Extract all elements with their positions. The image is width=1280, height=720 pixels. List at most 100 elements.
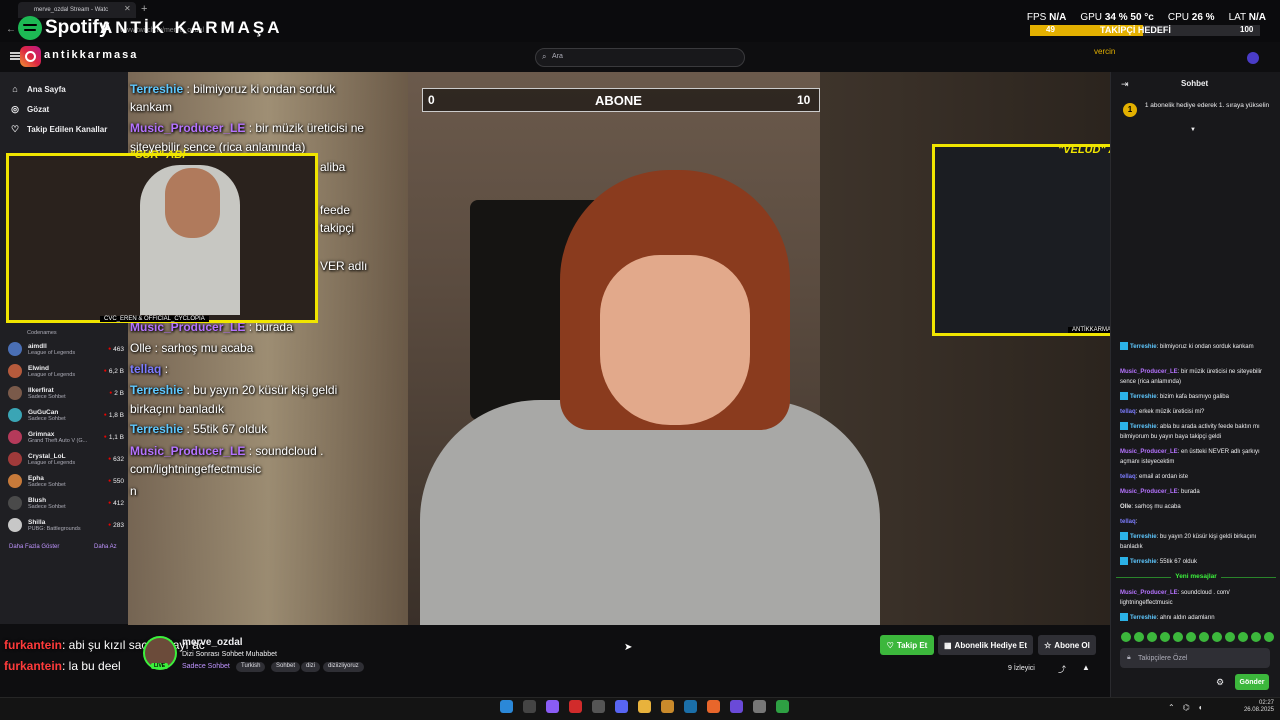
viewer-count: 9 İzleyici	[1008, 665, 1035, 672]
overlay-chat-line: aliba	[320, 160, 346, 174]
sidebar-item-home[interactable]: ⌂ Ana Sayfa	[10, 84, 65, 94]
sidebar-channel[interactable]: aimdllLeague of Legends 463	[8, 338, 124, 360]
sidebar-channel[interactable]: ElwindLeague of Legends 6,2 B	[8, 360, 124, 382]
chat-text: : ahnı aldın adamların	[1156, 615, 1215, 621]
search-input[interactable]	[535, 48, 745, 67]
emote-icon[interactable]	[1121, 632, 1131, 642]
screen: merve_ozdal Stream - Watc ✕ + ← www.twit…	[0, 0, 1280, 720]
chat-username[interactable]: Music_Producer_LE	[1120, 369, 1178, 375]
emote-icon[interactable]	[1264, 632, 1274, 642]
sidebar-channel[interactable]: EphaSadece Sohbet 550	[8, 470, 124, 492]
subscribe-button[interactable]: ☆ Abone Ol	[1038, 635, 1096, 655]
app-icon[interactable]	[569, 700, 582, 713]
emote-icon[interactable]	[1160, 632, 1170, 642]
clock[interactable]: 02:27 26.08.2025	[1230, 700, 1274, 714]
overlay-chat-line: kankam	[130, 100, 173, 114]
gift-sub-button[interactable]: ▦ Abonelik Hediye Et	[938, 635, 1033, 655]
emote-icon[interactable]	[1251, 632, 1261, 642]
copilot-icon[interactable]	[546, 700, 559, 713]
channel-name: Ilkerfirat	[28, 386, 54, 394]
sidebar-channel[interactable]: ShillaPUBG: Battlegrounds 283	[8, 514, 124, 536]
follow-button[interactable]: ♡ Takip Et	[880, 635, 934, 655]
badge-icon	[1120, 342, 1128, 351]
volume-icon[interactable]: ◖	[1198, 703, 1203, 712]
chat-username[interactable]: Olle	[1120, 504, 1131, 510]
chat-username[interactable]: Music_Producer_LE	[1120, 590, 1178, 596]
chat-username[interactable]: Terreshie	[1130, 424, 1157, 430]
sidebar-item-browse[interactable]: ◎ Gözat	[10, 104, 49, 115]
app-icon[interactable]	[776, 700, 789, 713]
emote-icon[interactable]	[1212, 632, 1222, 642]
collapse-chat-icon[interactable]: ⇥	[1121, 79, 1129, 90]
emote-icon[interactable]	[1199, 632, 1209, 642]
channel-name[interactable]: merve_ozdal	[182, 637, 243, 648]
sidebar-channel[interactable]: GrimnaxGrand Theft Auto V (G... 1,1 B	[8, 426, 124, 448]
chat-username[interactable]: tellaq	[1120, 474, 1136, 480]
network-icon[interactable]: ⌬	[1183, 703, 1190, 712]
chat-text: : bilmiyoruz ki ondan sorduk kankam	[1156, 344, 1254, 350]
chat-username[interactable]: Terreshie	[1130, 534, 1157, 540]
start-icon[interactable]	[500, 700, 513, 713]
obs-icon[interactable]	[753, 700, 766, 713]
emote-icon[interactable]	[1186, 632, 1196, 642]
share-icon[interactable]: ⤴	[1058, 664, 1066, 675]
discord-icon[interactable]	[615, 700, 628, 713]
tag-dizi[interactable]: dizi	[301, 662, 321, 672]
user-avatar[interactable]	[1247, 52, 1259, 64]
firefox-icon[interactable]	[707, 700, 720, 713]
badge-icon	[1120, 532, 1128, 541]
sidebar-channel[interactable]: Crystal_LoLLeague of Legends 632	[8, 448, 124, 470]
show-less-link[interactable]: Daha Az	[94, 544, 117, 550]
terminal-icon[interactable]	[592, 700, 605, 713]
chat-username[interactable]: tellaq	[1120, 519, 1136, 525]
back-arrow-icon[interactable]: ←	[6, 24, 16, 35]
channel-viewers: 1,8 B	[104, 412, 124, 419]
chevron-up-icon[interactable]: ⌃	[1168, 703, 1175, 712]
emote-icon[interactable]	[1238, 632, 1248, 642]
chat-title: Sohbet	[1181, 79, 1209, 88]
search-icon[interactable]	[523, 700, 536, 713]
hamburger-menu-icon[interactable]	[10, 52, 20, 60]
chat-message: Terreshie: ahnı aldın adamların	[1120, 613, 1272, 623]
sidebar-channel[interactable]: GuGuCanSadece Sohbet 1,8 B	[8, 404, 124, 426]
chat-username[interactable]: Terreshie	[1130, 394, 1157, 400]
chat-message: Music_Producer_LE: en üstteki NEVER adlı…	[1120, 447, 1272, 467]
chat-username[interactable]: Music_Producer_LE	[1120, 489, 1178, 495]
folder-icon[interactable]	[638, 700, 651, 713]
channel-viewers: 463	[108, 346, 124, 353]
emote-icon[interactable]	[1147, 632, 1157, 642]
chat-username[interactable]: Terreshie	[1130, 344, 1157, 350]
chat-username[interactable]: Terreshie	[1130, 559, 1157, 565]
gift-leaderboard-banner[interactable]: 1 abonelik hediye ederek 1. sıraya yükse…	[1143, 101, 1271, 111]
gear-icon[interactable]: ⚙	[1216, 677, 1224, 688]
tag-turkish[interactable]: Turkish	[236, 662, 266, 672]
chat-username[interactable]: Music_Producer_LE	[1120, 449, 1178, 455]
chevron-down-icon[interactable]: ▼	[1190, 127, 1196, 133]
user-name[interactable]: vercin	[1094, 47, 1115, 56]
close-tab-icon[interactable]: ✕	[124, 4, 131, 13]
sidebar-channel[interactable]: BlushSadece Sohbet 412	[8, 492, 124, 514]
channel-viewers: 6,2 B	[104, 368, 124, 375]
sidebar-item-following[interactable]: ♡ Takip Edilen Kanallar	[10, 124, 107, 135]
chat-username[interactable]: Terreshie	[1130, 615, 1157, 621]
app-icon[interactable]	[730, 700, 743, 713]
chat-message: Terreshie: bilmiyoruz ki ondan sorduk ka…	[1120, 342, 1272, 352]
channel-avatar	[8, 408, 22, 422]
show-more-link[interactable]: Daha Fazla Göster	[9, 544, 59, 550]
emote-icon[interactable]	[1173, 632, 1183, 642]
sidebar-channel[interactable]: IlkerfiratSadece Sohbet 2 B	[8, 382, 124, 404]
browser-tab[interactable]: merve_ozdal Stream - Watc	[18, 2, 136, 18]
emote-icon[interactable]	[1134, 632, 1144, 642]
tag-sohbet[interactable]: Sohbet	[271, 662, 301, 672]
new-tab-icon[interactable]: +	[141, 3, 147, 15]
app-icon[interactable]	[661, 700, 674, 713]
report-icon[interactable]: ▲	[1082, 663, 1090, 672]
chat-message: tellaq: erkek müzik üreticisi mi?	[1120, 407, 1272, 417]
tag-diziizliyoruz[interactable]: diziizliyoruz	[323, 662, 364, 672]
emote-icon[interactable]	[1225, 632, 1235, 642]
send-button[interactable]: Gönder	[1235, 674, 1269, 690]
sub-goal-min: 0	[428, 93, 435, 107]
chat-username[interactable]: tellaq	[1120, 409, 1136, 415]
steam-icon[interactable]	[684, 700, 697, 713]
stream-category[interactable]: Sadece Sohbet	[182, 663, 230, 670]
